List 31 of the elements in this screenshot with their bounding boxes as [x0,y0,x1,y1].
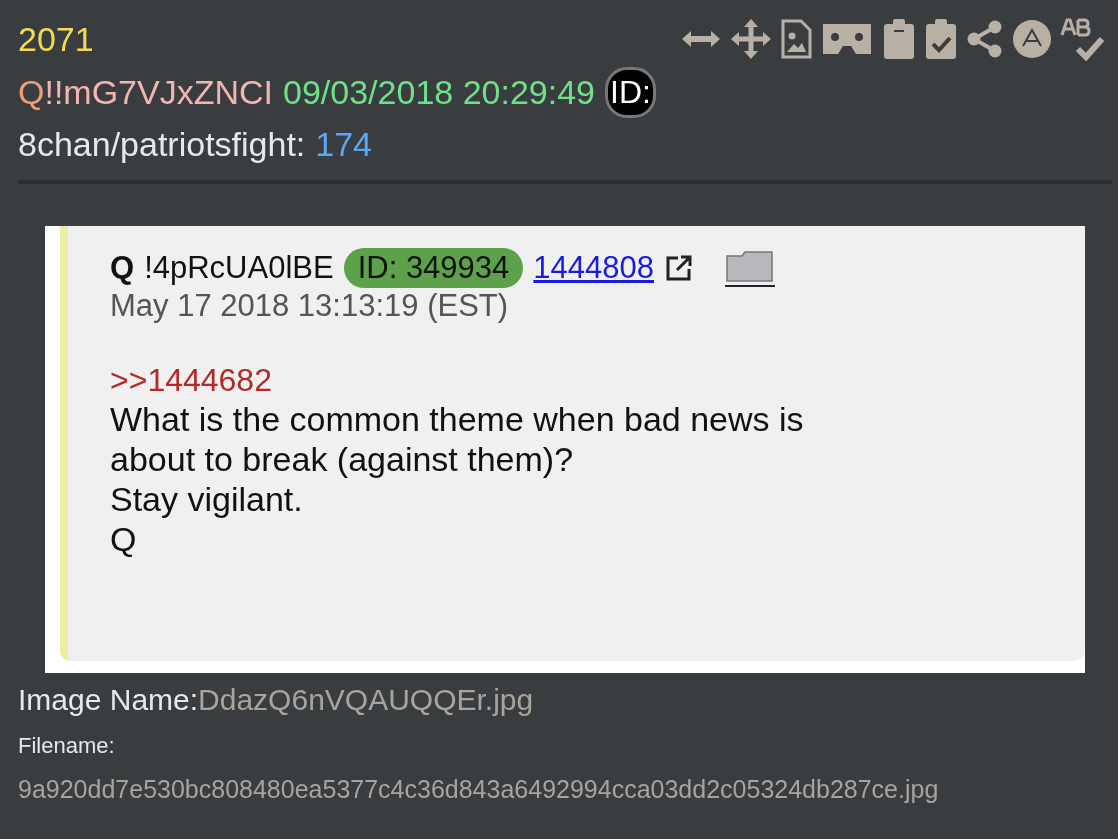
image-name-value: DdazQ6nVQAUQQEr.jpg [198,683,534,716]
board-label: 8chan/patriotsfight: [18,124,306,164]
circled-a-icon[interactable] [1012,19,1052,59]
image-file-icon[interactable] [780,19,812,59]
external-link-icon[interactable] [664,253,694,283]
post-text-line: about to break (against them)? [110,439,575,479]
post-date: May 17 2018 13:13:19 (EST) [110,288,510,324]
vr-headset-icon[interactable] [820,21,874,57]
folder-icon[interactable] [724,248,776,288]
reply-link[interactable]: >>1444682 [110,362,1085,399]
author-name: Q [18,72,45,112]
clipboard-icon[interactable] [882,18,916,60]
post-timestamp: 09/03/2018 20:29:49 [283,72,595,112]
id-badge: ID: [605,66,656,118]
post-text-line: Stay vigilant. [110,479,304,519]
post-number: 2071 [18,19,94,59]
poster-tripcode: !4pRcUA0lBE [144,250,334,286]
filename-value: 9a920dd7e530bc808480ea5377c4c36d843a6492994cca03dd2c05324db287ce.jpg [18,775,940,804]
post-text-line: What is the common theme when bad news is [110,399,805,439]
post-text-line: Q [110,519,138,559]
post-link[interactable]: 1444808 [533,250,654,286]
poster-name: Q [110,250,135,286]
image-name-label: Image Name: [18,683,199,716]
move-icon[interactable] [730,18,772,60]
filename-label: Filename: [18,733,116,759]
post-count: 174 [315,124,373,164]
share-icon[interactable] [966,19,1004,59]
tripcode: !!mG7VJxZNCI [44,72,274,112]
clipboard-check-icon[interactable] [924,18,958,60]
spellcheck-icon[interactable] [1060,17,1104,61]
poster-id-badge: ID: 349934 [343,248,524,288]
